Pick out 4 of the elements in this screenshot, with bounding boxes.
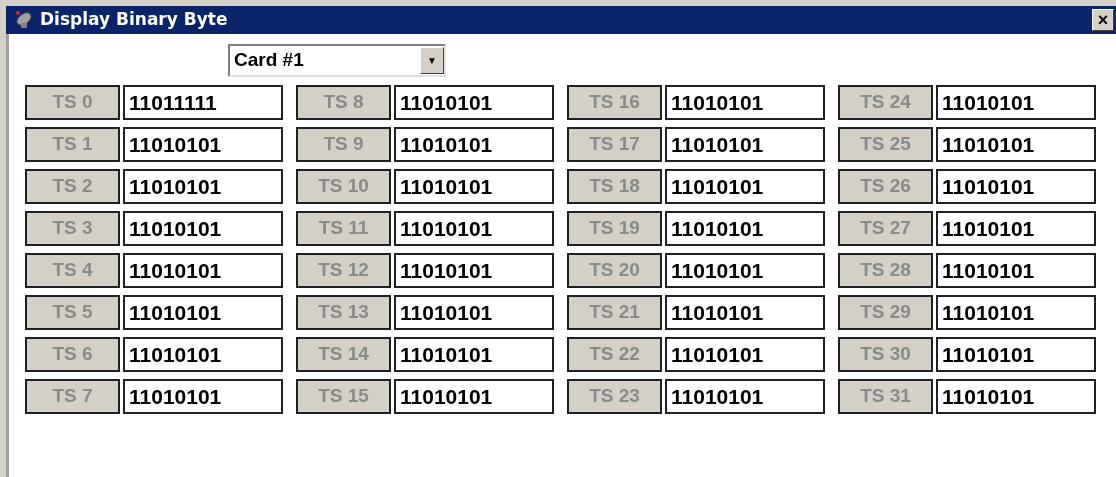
window-title: Display Binary Byte — [40, 8, 228, 32]
close-button[interactable]: × — [1092, 9, 1114, 31]
satellite-dish-icon — [14, 10, 34, 30]
card-dropdown[interactable]: Card #1 ▼ — [228, 44, 446, 77]
